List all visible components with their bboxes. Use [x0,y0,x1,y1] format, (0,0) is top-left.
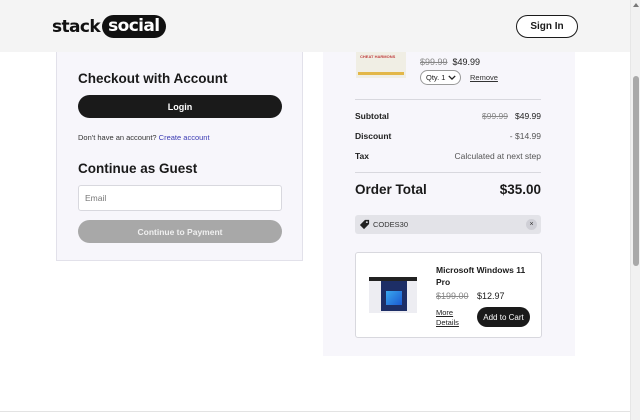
cart-item-new-price: $49.99 [452,57,481,67]
subtotal-label: Subtotal [355,111,389,121]
logo-text-social: social [102,15,166,38]
create-account-link[interactable]: Create account [159,133,210,142]
vertical-scrollbar[interactable] [630,0,640,420]
upsell-product-title[interactable]: Microsoft Windows 11 Pro [436,264,531,288]
cart-item-old-price: $99.99 [420,57,448,67]
remove-coupon-button[interactable]: × [526,219,537,230]
scroll-up-arrow-icon[interactable] [633,3,639,7]
login-button[interactable]: Login [78,95,282,118]
sign-in-button[interactable]: Sign In [516,15,578,38]
more-details-link[interactable]: More Details [436,308,466,328]
subtotal-value: $99.99 $49.99 [482,111,541,121]
remove-item-link[interactable]: Remove [470,73,498,82]
stacksocial-logo[interactable]: stack social [52,15,166,38]
no-account-text: Don't have an account? Create account [78,133,210,142]
cart-item-thumbnail: CHEAT HARMONS [356,52,406,78]
windows-logo-icon [386,291,402,305]
order-summary-panel: CHEAT HARMONS $99.99 $49.99 Qty. 1 Remove… [323,52,575,356]
continue-as-guest-heading: Continue as Guest [78,161,198,176]
windows-11-product-image [369,277,417,313]
email-input[interactable]: Email [78,185,282,211]
checkout-auth-panel: Checkout with Account Login Don't have a… [56,52,303,261]
tax-label: Tax [355,151,370,161]
subtotal-old-price: $99.99 [482,111,508,121]
divider [355,172,541,173]
quantity-label: Qty. 1 [426,73,446,82]
order-total-label: Order Total [355,182,427,197]
no-account-label: Don't have an account? [78,133,157,142]
scrollbar-thumb[interactable] [633,76,639,266]
thumbnail-caption: CHEAT HARMONS [360,54,396,59]
quantity-select[interactable]: Qty. 1 [420,70,461,85]
thumbnail-band [358,72,404,75]
logo-text-stack: stack [52,16,101,37]
upsell-new-price: $12.97 [477,291,505,301]
divider [355,99,541,100]
checkout-with-account-heading: Checkout with Account [78,71,228,86]
subtotal-new-price: $49.99 [515,111,541,121]
order-total-value: $35.00 [499,182,541,197]
tag-icon [359,219,370,230]
continue-to-payment-button[interactable]: Continue to Payment [78,220,282,243]
discount-value: - $14.99 [509,131,541,141]
site-header: stack social Sign In [0,0,630,52]
applied-coupon-chip: CODES30 × [355,215,541,234]
chevron-down-icon [448,75,456,81]
coupon-code: CODES30 [373,220,409,229]
tax-value: Calculated at next step [454,151,541,161]
cart-item-price: $99.99 $49.99 [420,57,480,67]
box-front [381,281,407,311]
upsell-old-price: $199.00 [436,291,469,301]
close-icon: × [529,221,534,228]
upsell-product-card: Microsoft Windows 11 Pro $199.00 $12.97 … [355,252,542,338]
add-to-cart-button[interactable]: Add to Cart [477,307,530,327]
discount-label: Discount [355,131,392,141]
footer-divider [0,411,630,412]
